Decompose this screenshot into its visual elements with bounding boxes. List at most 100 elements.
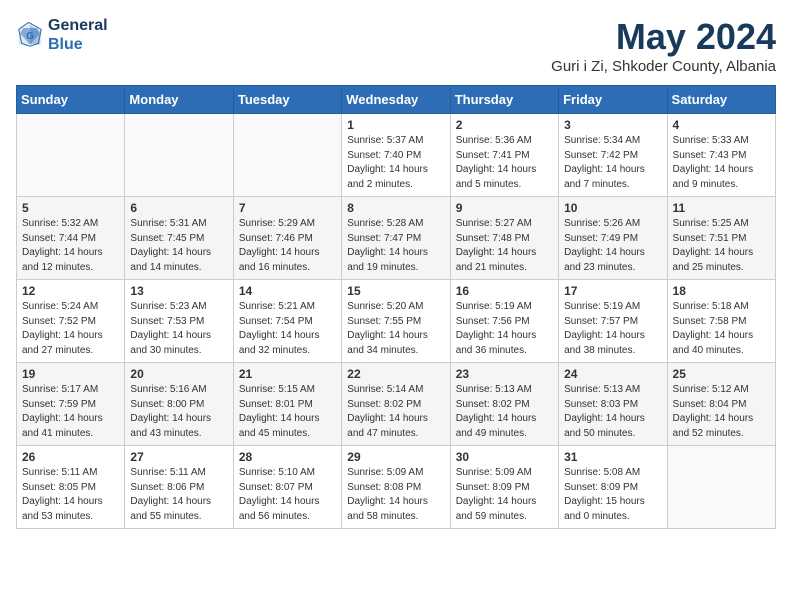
day-info: Sunrise: 5:28 AM Sunset: 7:47 PM Dayligh… <box>347 217 444 275</box>
day-info: Sunrise: 5:32 AM Sunset: 7:44 PM Dayligh… <box>22 217 119 275</box>
day-number: 11 <box>673 201 770 215</box>
day-number: 24 <box>564 367 661 381</box>
calendar-cell: 21 Sunrise: 5:15 AM Sunset: 8:01 PM Dayli… <box>233 363 341 446</box>
day-info: Sunrise: 5:09 AM Sunset: 8:08 PM Dayligh… <box>347 466 444 524</box>
day-number: 18 <box>673 284 770 298</box>
day-number: 16 <box>456 284 553 298</box>
day-number: 23 <box>456 367 553 381</box>
weekday-header-row: SundayMondayTuesdayWednesdayThursdayFrid… <box>17 86 776 114</box>
calendar-cell: 24 Sunrise: 5:13 AM Sunset: 8:03 PM Dayli… <box>559 363 667 446</box>
calendar-cell: 25 Sunrise: 5:12 AM Sunset: 8:04 PM Dayli… <box>667 363 775 446</box>
day-number: 28 <box>239 450 336 464</box>
day-info: Sunrise: 5:25 AM Sunset: 7:51 PM Dayligh… <box>673 217 770 275</box>
calendar-cell: 27Sunrise: 5:11 AM Sunset: 8:06 PM Dayli… <box>125 446 233 529</box>
day-number: 19 <box>22 367 119 381</box>
day-info: Sunrise: 5:15 AM Sunset: 8:01 PM Dayligh… <box>239 383 336 441</box>
calendar-cell: 26 Sunrise: 5:11 AM Sunset: 8:05 PM Dayli… <box>17 446 125 529</box>
calendar-cell: 17Sunrise: 5:19 AM Sunset: 7:57 PM Dayli… <box>559 280 667 363</box>
day-info: Sunrise: 5:20 AM Sunset: 7:55 PM Dayligh… <box>347 300 444 358</box>
calendar-cell: 2 Sunrise: 5:36 AM Sunset: 7:41 PM Daylig… <box>450 114 558 197</box>
calendar-cell: 15Sunrise: 5:20 AM Sunset: 7:55 PM Dayli… <box>342 280 450 363</box>
weekday-header-friday: Friday <box>559 86 667 114</box>
calendar-cell: 22Sunrise: 5:14 AM Sunset: 8:02 PM Dayli… <box>342 363 450 446</box>
calendar-cell <box>125 114 233 197</box>
day-info: Sunrise: 5:26 AM Sunset: 7:49 PM Dayligh… <box>564 217 661 275</box>
day-number: 1 <box>347 118 444 132</box>
calendar-cell: 12 Sunrise: 5:24 AM Sunset: 7:52 PM Dayli… <box>17 280 125 363</box>
calendar-cell: 5 Sunrise: 5:32 AM Sunset: 7:44 PM Daylig… <box>17 197 125 280</box>
location: Guri i Zi, Shkoder County, Albania <box>551 58 776 75</box>
day-info: Sunrise: 5:17 AM Sunset: 7:59 PM Dayligh… <box>22 383 119 441</box>
week-row-2: 5 Sunrise: 5:32 AM Sunset: 7:44 PM Daylig… <box>17 197 776 280</box>
week-row-4: 19 Sunrise: 5:17 AM Sunset: 7:59 PM Dayli… <box>17 363 776 446</box>
week-row-5: 26 Sunrise: 5:11 AM Sunset: 8:05 PM Dayli… <box>17 446 776 529</box>
weekday-header-sunday: Sunday <box>17 86 125 114</box>
calendar-cell: 10Sunrise: 5:26 AM Sunset: 7:49 PM Dayli… <box>559 197 667 280</box>
weekday-header-thursday: Thursday <box>450 86 558 114</box>
calendar-cell: 11 Sunrise: 5:25 AM Sunset: 7:51 PM Dayli… <box>667 197 775 280</box>
weekday-header-monday: Monday <box>125 86 233 114</box>
day-number: 30 <box>456 450 553 464</box>
day-number: 26 <box>22 450 119 464</box>
day-number: 3 <box>564 118 661 132</box>
calendar-cell: 1 Sunrise: 5:37 AM Sunset: 7:40 PM Daylig… <box>342 114 450 197</box>
week-row-3: 12 Sunrise: 5:24 AM Sunset: 7:52 PM Dayli… <box>17 280 776 363</box>
calendar-cell: 13Sunrise: 5:23 AM Sunset: 7:53 PM Dayli… <box>125 280 233 363</box>
calendar-cell <box>667 446 775 529</box>
day-info: Sunrise: 5:36 AM Sunset: 7:41 PM Dayligh… <box>456 134 553 192</box>
week-row-1: 1 Sunrise: 5:37 AM Sunset: 7:40 PM Daylig… <box>17 114 776 197</box>
day-info: Sunrise: 5:37 AM Sunset: 7:40 PM Dayligh… <box>347 134 444 192</box>
day-number: 20 <box>130 367 227 381</box>
day-number: 21 <box>239 367 336 381</box>
day-number: 12 <box>22 284 119 298</box>
calendar-cell: 7Sunrise: 5:29 AM Sunset: 7:46 PM Daylig… <box>233 197 341 280</box>
day-info: Sunrise: 5:24 AM Sunset: 7:52 PM Dayligh… <box>22 300 119 358</box>
day-info: Sunrise: 5:19 AM Sunset: 7:57 PM Dayligh… <box>564 300 661 358</box>
calendar-cell: 20 Sunrise: 5:16 AM Sunset: 8:00 PM Dayli… <box>125 363 233 446</box>
day-info: Sunrise: 5:33 AM Sunset: 7:43 PM Dayligh… <box>673 134 770 192</box>
day-info: Sunrise: 5:21 AM Sunset: 7:54 PM Dayligh… <box>239 300 336 358</box>
calendar-cell: 14 Sunrise: 5:21 AM Sunset: 7:54 PM Dayli… <box>233 280 341 363</box>
day-info: Sunrise: 5:16 AM Sunset: 8:00 PM Dayligh… <box>130 383 227 441</box>
day-info: Sunrise: 5:12 AM Sunset: 8:04 PM Dayligh… <box>673 383 770 441</box>
weekday-header-wednesday: Wednesday <box>342 86 450 114</box>
day-info: Sunrise: 5:31 AM Sunset: 7:45 PM Dayligh… <box>130 217 227 275</box>
day-number: 29 <box>347 450 444 464</box>
calendar-cell: 4Sunrise: 5:33 AM Sunset: 7:43 PM Daylig… <box>667 114 775 197</box>
calendar-cell: 16 Sunrise: 5:19 AM Sunset: 7:56 PM Dayli… <box>450 280 558 363</box>
day-info: Sunrise: 5:09 AM Sunset: 8:09 PM Dayligh… <box>456 466 553 524</box>
day-number: 5 <box>22 201 119 215</box>
day-number: 25 <box>673 367 770 381</box>
day-number: 7 <box>239 201 336 215</box>
calendar: SundayMondayTuesdayWednesdayThursdayFrid… <box>16 85 776 529</box>
calendar-cell: 30 Sunrise: 5:09 AM Sunset: 8:09 PM Dayli… <box>450 446 558 529</box>
calendar-cell: 8 Sunrise: 5:28 AM Sunset: 7:47 PM Daylig… <box>342 197 450 280</box>
day-info: Sunrise: 5:18 AM Sunset: 7:58 PM Dayligh… <box>673 300 770 358</box>
day-info: Sunrise: 5:14 AM Sunset: 8:02 PM Dayligh… <box>347 383 444 441</box>
title-block: May 2024 Guri i Zi, Shkoder County, Alba… <box>551 16 776 75</box>
day-info: Sunrise: 5:19 AM Sunset: 7:56 PM Dayligh… <box>456 300 553 358</box>
month-title: May 2024 <box>551 16 776 58</box>
calendar-cell <box>233 114 341 197</box>
calendar-cell: 6Sunrise: 5:31 AM Sunset: 7:45 PM Daylig… <box>125 197 233 280</box>
day-info: Sunrise: 5:08 AM Sunset: 8:09 PM Dayligh… <box>564 466 661 524</box>
weekday-header-saturday: Saturday <box>667 86 775 114</box>
calendar-cell: 19 Sunrise: 5:17 AM Sunset: 7:59 PM Dayli… <box>17 363 125 446</box>
day-number: 2 <box>456 118 553 132</box>
day-info: Sunrise: 5:27 AM Sunset: 7:48 PM Dayligh… <box>456 217 553 275</box>
day-number: 9 <box>456 201 553 215</box>
day-info: Sunrise: 5:10 AM Sunset: 8:07 PM Dayligh… <box>239 466 336 524</box>
calendar-cell: 9 Sunrise: 5:27 AM Sunset: 7:48 PM Daylig… <box>450 197 558 280</box>
day-info: Sunrise: 5:34 AM Sunset: 7:42 PM Dayligh… <box>564 134 661 192</box>
day-info: Sunrise: 5:11 AM Sunset: 8:05 PM Dayligh… <box>22 466 119 524</box>
logo-icon: G <box>16 21 44 49</box>
day-number: 8 <box>347 201 444 215</box>
svg-text:G: G <box>26 31 34 42</box>
calendar-cell: 18 Sunrise: 5:18 AM Sunset: 7:58 PM Dayli… <box>667 280 775 363</box>
day-number: 27 <box>130 450 227 464</box>
logo-text: General Blue <box>48 16 108 54</box>
calendar-cell: 28 Sunrise: 5:10 AM Sunset: 8:07 PM Dayli… <box>233 446 341 529</box>
day-info: Sunrise: 5:13 AM Sunset: 8:03 PM Dayligh… <box>564 383 661 441</box>
day-number: 14 <box>239 284 336 298</box>
day-info: Sunrise: 5:23 AM Sunset: 7:53 PM Dayligh… <box>130 300 227 358</box>
